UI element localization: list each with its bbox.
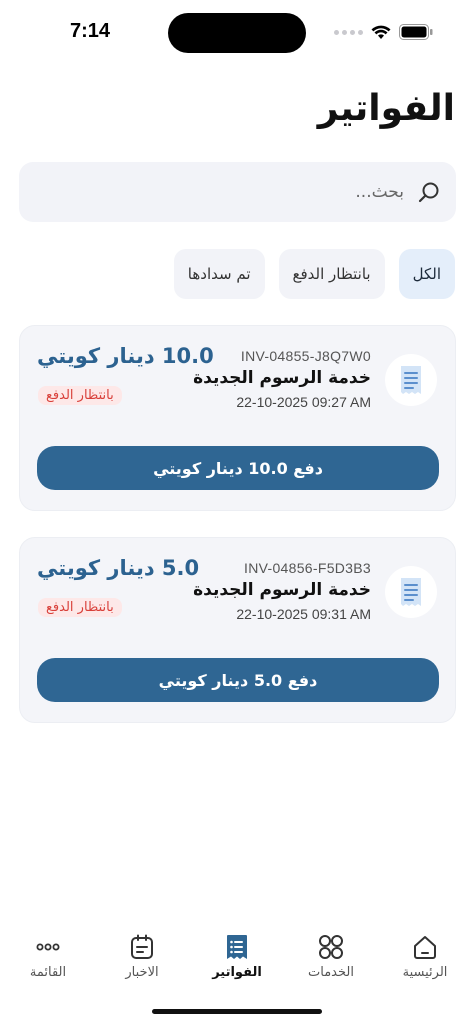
nav-item-news[interactable]: الاخبار <box>102 925 182 980</box>
nav-item-services[interactable]: الخدمات <box>291 925 371 980</box>
grid-icon <box>317 933 345 961</box>
search-bar[interactable] <box>19 162 456 222</box>
status-bar: 7:14 <box>0 0 473 64</box>
invoice-amount: 5.0 دينار كويتي <box>37 556 200 580</box>
nav-item-invoices[interactable]: الفواتير <box>197 925 277 980</box>
more-icon <box>34 933 62 961</box>
receipt-icon <box>385 566 437 618</box>
filter-pending[interactable]: بانتظار الدفع <box>278 249 385 299</box>
invoice-service: خدمة الرسوم الجديدة <box>193 580 371 600</box>
calendar-icon <box>128 933 156 961</box>
status-badge: بانتظار الدفع <box>38 598 122 617</box>
invoice-service: خدمة الرسوم الجديدة <box>193 368 371 388</box>
receipt-icon <box>385 354 437 406</box>
nav-label-menu: القائمة <box>29 965 67 980</box>
status-time: 7:14 <box>70 20 111 42</box>
filter-paid[interactable]: تم سدادها <box>173 249 265 299</box>
signal-icon <box>334 29 363 35</box>
nav-label-invoices: الفواتير <box>212 965 262 980</box>
pay-button[interactable]: دفع 10.0 دينار كويتي <box>37 446 439 490</box>
nav-item-menu[interactable]: القائمة <box>8 925 88 980</box>
nav-item-home[interactable]: الرئيسية <box>385 925 465 980</box>
invoice-card[interactable]: INV-04856-F5D3B3 خدمة الرسوم الجديدة 22-… <box>19 537 456 723</box>
invoice-number: INV-04855-J8Q7W0 <box>240 348 371 364</box>
status-indicators <box>334 24 433 40</box>
dynamic-island <box>168 13 306 53</box>
wifi-icon <box>371 25 391 39</box>
bottom-nav: الرئيسية الخدمات الفواتير الاخبار القائم… <box>0 925 473 995</box>
search-icon <box>418 182 439 203</box>
home-icon <box>411 933 439 961</box>
search-input[interactable] <box>44 162 404 222</box>
nav-label-services: الخدمات <box>308 965 354 980</box>
pay-button[interactable]: دفع 5.0 دينار كويتي <box>37 658 439 702</box>
nav-label-news: الاخبار <box>125 965 159 980</box>
filter-tabs: الكل بانتظار الدفع تم سدادها <box>173 249 455 299</box>
battery-icon <box>399 24 433 40</box>
invoice-number: INV-04856-F5D3B3 <box>244 560 371 576</box>
invoice-amount: 10.0 دينار كويتي <box>37 344 214 368</box>
invoice-date: 22-10-2025 09:27 AM <box>236 394 371 410</box>
page-title: الفواتير <box>317 88 455 129</box>
filter-all[interactable]: الكل <box>398 249 455 299</box>
home-indicator <box>152 1009 322 1014</box>
invoice-icon <box>223 933 251 961</box>
invoice-card[interactable]: INV-04855-J8Q7W0 خدمة الرسوم الجديدة 22-… <box>19 325 456 511</box>
nav-label-home: الرئيسية <box>402 965 448 980</box>
status-badge: بانتظار الدفع <box>38 386 122 405</box>
invoice-date: 22-10-2025 09:31 AM <box>236 606 371 622</box>
